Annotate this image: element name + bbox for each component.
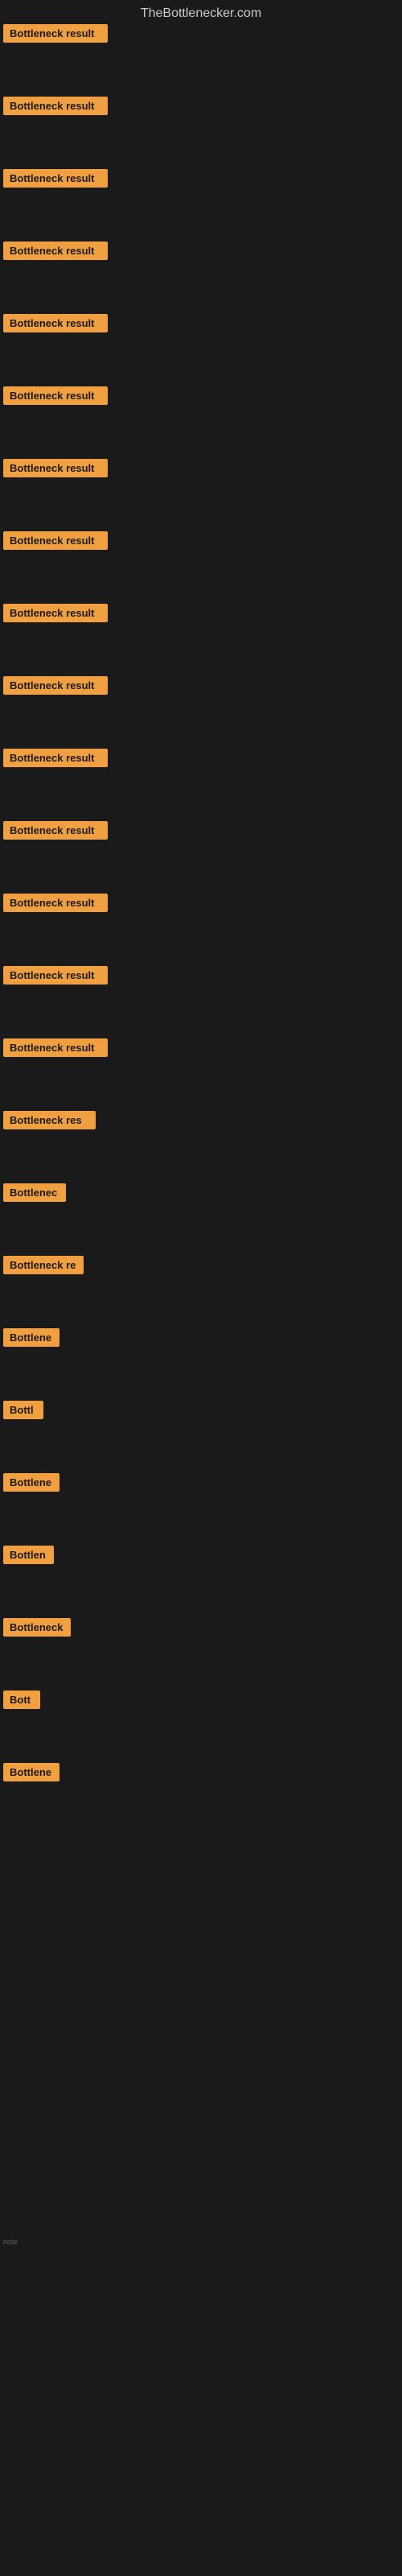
list-item[interactable]: Bottleneck result [3, 1038, 108, 1057]
list-item[interactable]: Bott [3, 1690, 40, 1709]
list-item[interactable]: Bottleneck result [3, 24, 108, 43]
list-item[interactable]: Bottlene [3, 1328, 59, 1347]
list-item[interactable]: Bottleneck result [3, 386, 108, 405]
list-item[interactable]: Bottleneck result [3, 242, 108, 260]
bottleneck-badge: Bottleneck result [3, 24, 108, 43]
bottleneck-badge: Bottlene [3, 1328, 59, 1347]
bottleneck-badge: Bottleneck result [3, 459, 108, 477]
bottleneck-badge: Bottleneck result [3, 97, 108, 115]
list-item[interactable]: Bottlenec [3, 1183, 66, 1202]
bottleneck-badge: Bottlene [3, 1763, 59, 1781]
list-item[interactable]: Bottleneck result [3, 749, 108, 767]
bottleneck-badge: Bottleneck result [3, 604, 108, 622]
bottleneck-badge: Bottleneck result [3, 749, 108, 767]
bottleneck-badge: Bottleneck result [3, 314, 108, 332]
page-container: TheBottlenecker.com Bottleneck result Bo… [0, 0, 402, 2576]
list-item[interactable]: Bottleneck result [3, 459, 108, 477]
bottleneck-badge: Bottlene [3, 1473, 59, 1492]
list-item[interactable]: Bottleneck result [3, 314, 108, 332]
bottleneck-badge: Bottlen [3, 1546, 54, 1564]
bottleneck-badge: Bottleneck result [3, 966, 108, 985]
list-item[interactable]: Bottleneck result [3, 531, 108, 550]
list-item[interactable]: Bottleneck re [3, 1256, 84, 1274]
list-item[interactable]: Bottleneck result [3, 966, 108, 985]
bottleneck-badge: Bottleneck result [3, 821, 108, 840]
bottleneck-badge: Bottleneck res [3, 1111, 96, 1129]
bottleneck-badge: Bottl [3, 1401, 43, 1419]
list-item[interactable]: Bottlen [3, 1546, 54, 1564]
list-item[interactable]: Bottlene [3, 1763, 59, 1781]
list-item[interactable]: Bottleneck result [3, 169, 108, 188]
bottom-note: note [3, 2238, 18, 2246]
bottleneck-badge: Bottlenec [3, 1183, 66, 1202]
list-item[interactable]: Bottleneck [3, 1618, 71, 1637]
bottleneck-badge: Bottleneck [3, 1618, 71, 1637]
bottleneck-badge: Bottleneck result [3, 242, 108, 260]
bottleneck-badge: Bottleneck result [3, 531, 108, 550]
list-item[interactable]: Bottleneck result [3, 604, 108, 622]
list-item[interactable]: Bottleneck res [3, 1111, 96, 1129]
bottleneck-badge: Bottleneck re [3, 1256, 84, 1274]
bottleneck-badge: Bottleneck result [3, 676, 108, 695]
bottleneck-badge: Bottleneck result [3, 1038, 108, 1057]
list-item[interactable]: Bottleneck result [3, 821, 108, 840]
bottleneck-badge: Bottleneck result [3, 386, 108, 405]
bottleneck-badge: Bottleneck result [3, 894, 108, 912]
list-item[interactable]: Bottl [3, 1401, 43, 1419]
bottleneck-badge: Bott [3, 1690, 40, 1709]
list-item[interactable]: Bottleneck result [3, 676, 108, 695]
list-item[interactable]: Bottleneck result [3, 894, 108, 912]
list-item[interactable]: Bottlene [3, 1473, 59, 1492]
list-item[interactable]: Bottleneck result [3, 97, 108, 115]
bottleneck-badge: Bottleneck result [3, 169, 108, 188]
